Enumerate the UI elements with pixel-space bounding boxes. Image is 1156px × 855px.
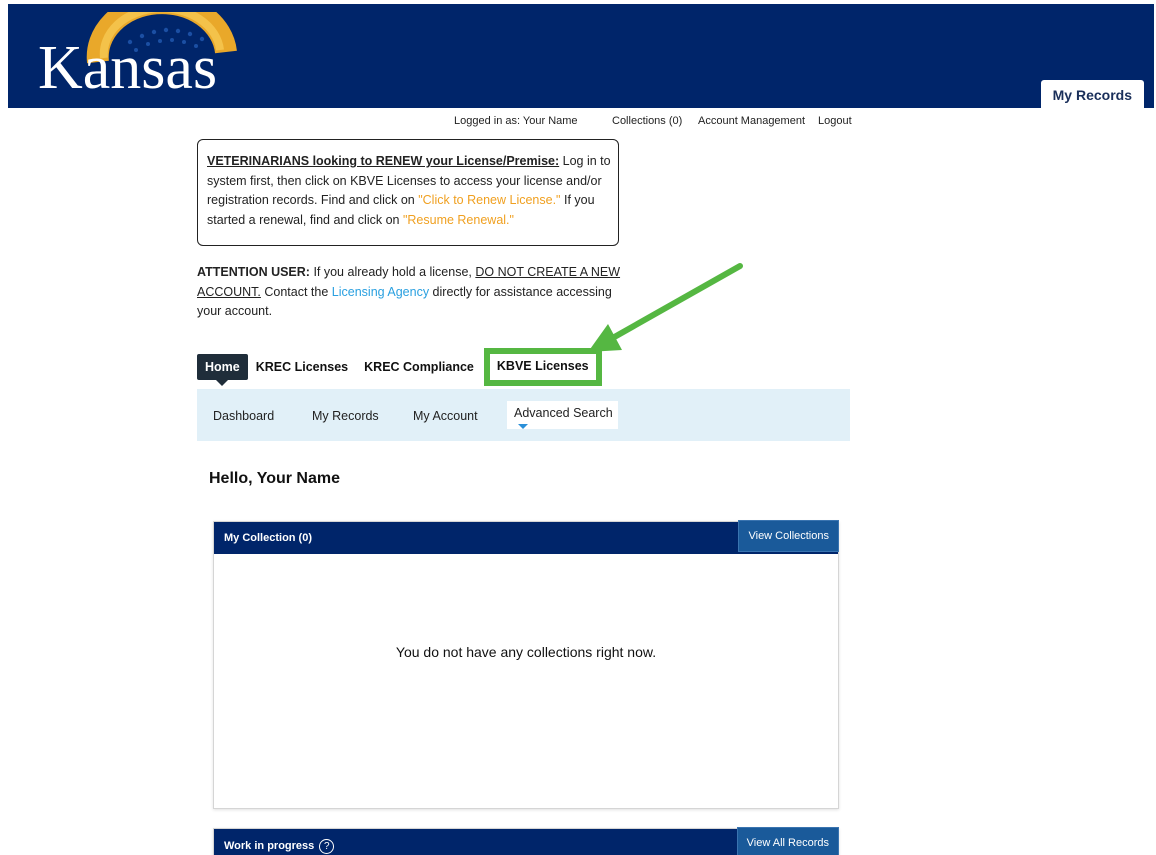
my-collection-panel: My Collection (0) View Collections You d…	[213, 520, 839, 809]
subnav-my-records[interactable]: My Records	[312, 409, 379, 423]
work-in-progress-panel: Work in progress? View All Records	[213, 827, 839, 855]
tab-krec-licenses[interactable]: KREC Licenses	[248, 354, 356, 380]
attention-text-1: If you already hold a license,	[309, 265, 476, 279]
notice-resume-link: "Resume Renewal."	[402, 212, 514, 227]
kansas-logo[interactable]: Kansas	[38, 12, 248, 108]
veterinarian-notice: VETERINARIANS looking to RENEW your Lice…	[197, 139, 619, 246]
licensing-agency-link[interactable]: Licensing Agency	[332, 285, 429, 299]
header-tab-my-records[interactable]: My Records	[1040, 80, 1144, 108]
panel-header: My Collection (0) View Collections	[214, 520, 839, 554]
account-management-link[interactable]: Account Management	[698, 115, 805, 127]
sub-navigation: Dashboard My Records My Account Advanced…	[197, 389, 850, 441]
tab-home[interactable]: Home	[197, 354, 248, 386]
tab-krec-compliance[interactable]: KREC Compliance	[356, 354, 482, 380]
view-all-records-button[interactable]: View All Records	[736, 827, 839, 855]
advanced-search-dropdown[interactable]: Advanced Search	[507, 401, 618, 429]
notice-heading: VETERINARIANS looking to RENEW your Lice…	[207, 154, 560, 168]
tab-kbve-licenses[interactable]: KBVE Licenses	[483, 348, 602, 386]
wip-title: Work in progress	[224, 840, 315, 852]
logo-wordmark: Kansas	[38, 34, 217, 102]
attention-text-2: Contact the	[260, 284, 332, 299]
subnav-dashboard[interactable]: Dashboard	[213, 409, 274, 423]
attention-label: ATTENTION USER:	[197, 265, 310, 279]
main-nav-tabs: Home KREC Licenses KREC Compliance KBVE …	[197, 348, 602, 386]
panel-title: Work in progress?	[224, 839, 335, 854]
logged-in-label: Logged in as: Your Name	[454, 115, 578, 127]
view-collections-button[interactable]: View Collections	[738, 520, 839, 552]
greeting-heading: Hello, Your Name	[209, 470, 340, 487]
panel-header: Work in progress? View All Records	[214, 827, 839, 855]
logout-link[interactable]: Logout	[818, 115, 852, 127]
empty-collections-message: You do not have any collections right no…	[395, 644, 657, 660]
subnav-my-account[interactable]: My Account	[413, 409, 478, 423]
site-header: Kansas My Records	[8, 4, 1154, 108]
caret-down-icon	[518, 424, 528, 429]
help-icon[interactable]: ?	[319, 839, 335, 854]
panel-title: My Collection (0)	[224, 532, 313, 544]
notice-renew-link: "Click to Renew License."	[418, 193, 561, 207]
advanced-search-label: Advanced Search	[514, 406, 613, 420]
collections-link[interactable]: Collections (0)	[612, 115, 682, 127]
